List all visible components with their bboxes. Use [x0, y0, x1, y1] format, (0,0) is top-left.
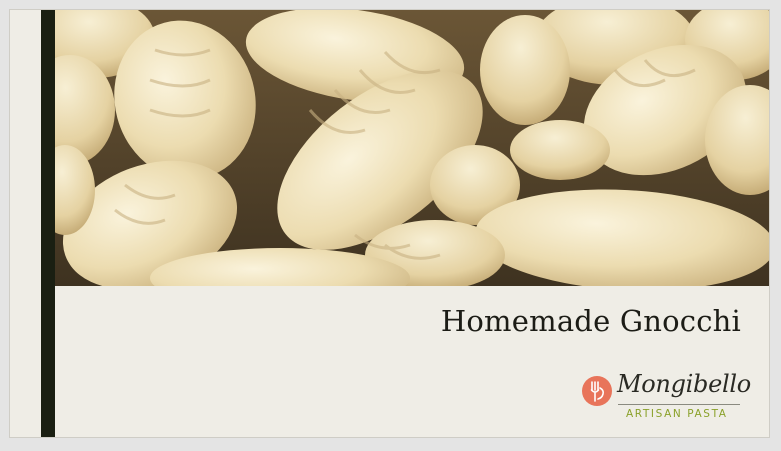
slide-accent-bar — [41, 10, 55, 437]
presentation-slide[interactable]: Homemade Gnocchi Mongibello ARTISAN PAST… — [9, 9, 770, 438]
logo-divider — [618, 404, 740, 405]
pasta-fork-icon — [582, 376, 612, 406]
brand-name: Mongibello — [617, 370, 751, 398]
brand-logo: Mongibello ARTISAN PASTA — [582, 370, 752, 426]
slide-title: Homemade Gnocchi — [440, 304, 741, 338]
gnocchi-photo — [55, 10, 769, 286]
brand-tagline: ARTISAN PASTA — [626, 408, 728, 420]
